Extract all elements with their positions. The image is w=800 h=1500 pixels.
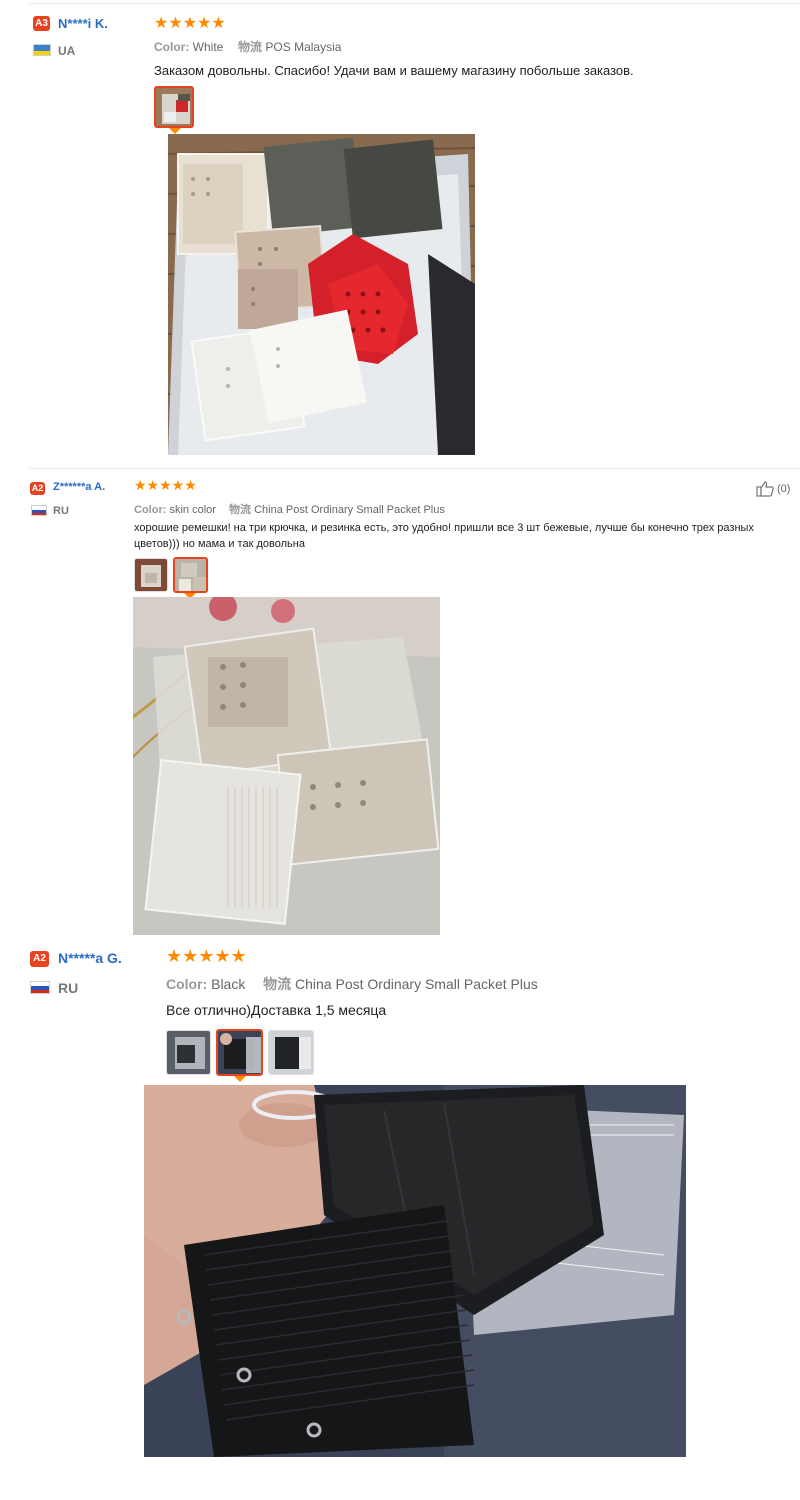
review-divider — [30, 3, 800, 4]
logistics-value: China Post Ordinary Small Packet Plus — [295, 976, 538, 992]
color-value: White — [192, 40, 224, 54]
photo-thumbnail[interactable] — [154, 86, 194, 128]
logistics-value: China Post Ordinary Small Packet Plus — [254, 504, 445, 516]
review-photo[interactable] — [144, 1085, 686, 1457]
order-info: Color: skin color 物流 China Post Ordinary… — [134, 501, 445, 517]
selected-photo-pointer — [234, 1076, 246, 1082]
photo-thumbnail[interactable] — [166, 1030, 211, 1075]
color-value: skin color — [169, 504, 216, 516]
photo-thumbnail[interactable] — [216, 1029, 263, 1076]
order-info: Color: White 物流 POS Malaysia — [154, 38, 341, 55]
buyer-level-badge: A3 — [33, 16, 50, 31]
review-2: A2 Z******a A. RU ★★★★★ Color: skin colo… — [0, 465, 800, 940]
review-text: Все отлично)Доставка 1,5 месяца — [166, 1002, 387, 1018]
logistics-label: 物流 — [229, 504, 252, 516]
reviewer-country: UA — [58, 44, 76, 58]
star-rating: ★★★★★ — [166, 946, 247, 967]
ru-flag-icon — [30, 981, 50, 994]
reviewer-country: RU — [53, 505, 69, 517]
buyer-level-badge: A2 — [30, 951, 49, 967]
helpful-button[interactable]: (0) — [756, 481, 790, 497]
color-label: Color: — [154, 40, 190, 54]
review-text: Заказом довольны. Спасибо! Удачи вам и в… — [154, 63, 634, 78]
buyer-level-badge: A2 — [30, 482, 45, 495]
color-label: Color: — [134, 504, 167, 516]
review-photo[interactable] — [168, 134, 475, 455]
logistics-value: POS Malaysia — [265, 40, 342, 54]
review-text: хорошие ремешки! на три крючка, и резинк… — [134, 522, 754, 550]
ua-flag-icon — [33, 44, 51, 56]
review-3: A2 N*****a G. RU ★★★★★ Color: Black 物流 C… — [0, 940, 800, 1500]
thumbs-up-icon — [756, 481, 774, 497]
logistics-label: 物流 — [238, 40, 263, 54]
photo-thumbnail[interactable] — [134, 558, 168, 592]
reviewer-name[interactable]: Z******a A. — [53, 481, 105, 493]
order-info: Color: Black 物流 China Post Ordinary Smal… — [166, 974, 538, 994]
color-value: Black — [211, 976, 246, 992]
color-label: Color: — [166, 976, 208, 992]
reviewer-country: RU — [58, 980, 79, 996]
review-1: A3 N****i K. UA ★★★★★ Color: White 物流 PO… — [0, 0, 800, 465]
photo-thumbnail[interactable] — [173, 557, 208, 593]
photo-thumbnail[interactable] — [268, 1030, 314, 1075]
helpful-count: (0) — [777, 483, 791, 495]
reviewer-name[interactable]: N*****a G. — [58, 950, 122, 966]
review-divider — [30, 468, 800, 469]
ru-flag-icon — [31, 505, 47, 516]
star-rating: ★★★★★ — [134, 478, 197, 494]
logistics-label: 物流 — [263, 976, 292, 992]
reviewer-name[interactable]: N****i K. — [58, 16, 108, 31]
review-photo[interactable] — [133, 597, 440, 935]
star-rating: ★★★★★ — [154, 13, 226, 32]
